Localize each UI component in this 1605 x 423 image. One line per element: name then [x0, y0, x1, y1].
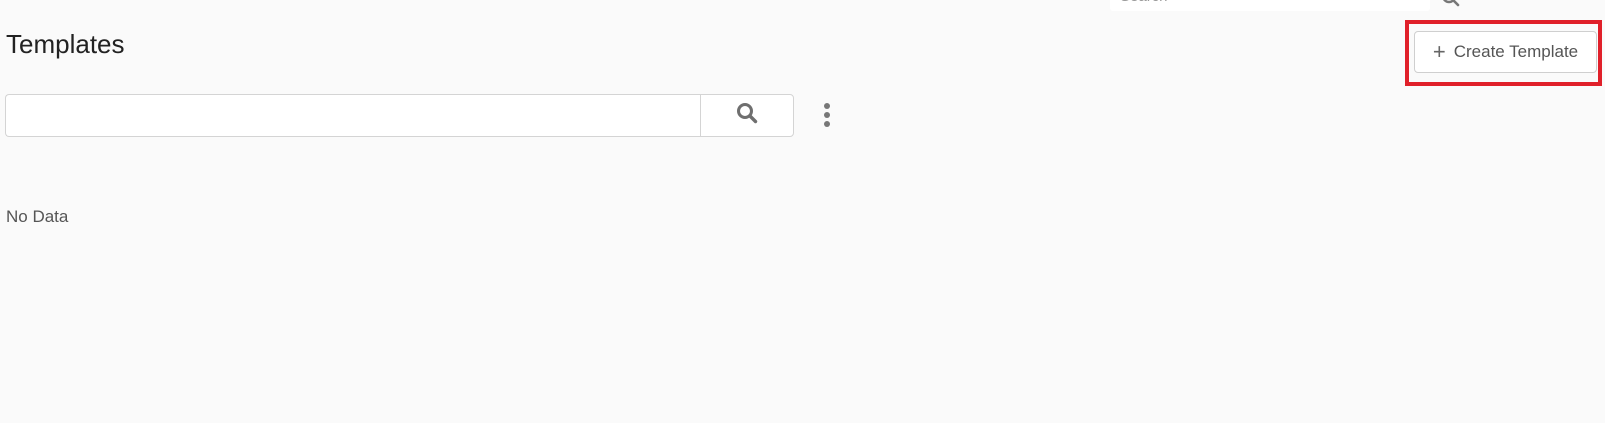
user-chevron-icon[interactable] — [1565, 0, 1585, 8]
global-search-input[interactable]: Search — [1110, 0, 1430, 11]
search-icon — [736, 102, 758, 129]
search-icon[interactable] — [1441, 0, 1461, 8]
plus-icon: + — [1432, 39, 1446, 64]
template-search-group — [5, 94, 794, 137]
template-search-input[interactable] — [5, 94, 700, 137]
page-title: Templates — [6, 29, 125, 59]
more-options-button[interactable] — [820, 103, 834, 127]
create-template-label: Create Template — [1453, 42, 1579, 61]
question-icon[interactable] — [1487, 0, 1507, 8]
search-button[interactable] — [700, 94, 794, 137]
kebab-menu-icon — [824, 103, 830, 109]
create-template-button[interactable]: + Create Template — [1414, 31, 1597, 73]
bell-icon[interactable] — [1527, 0, 1547, 8]
empty-state-text: No Data — [6, 207, 69, 226]
